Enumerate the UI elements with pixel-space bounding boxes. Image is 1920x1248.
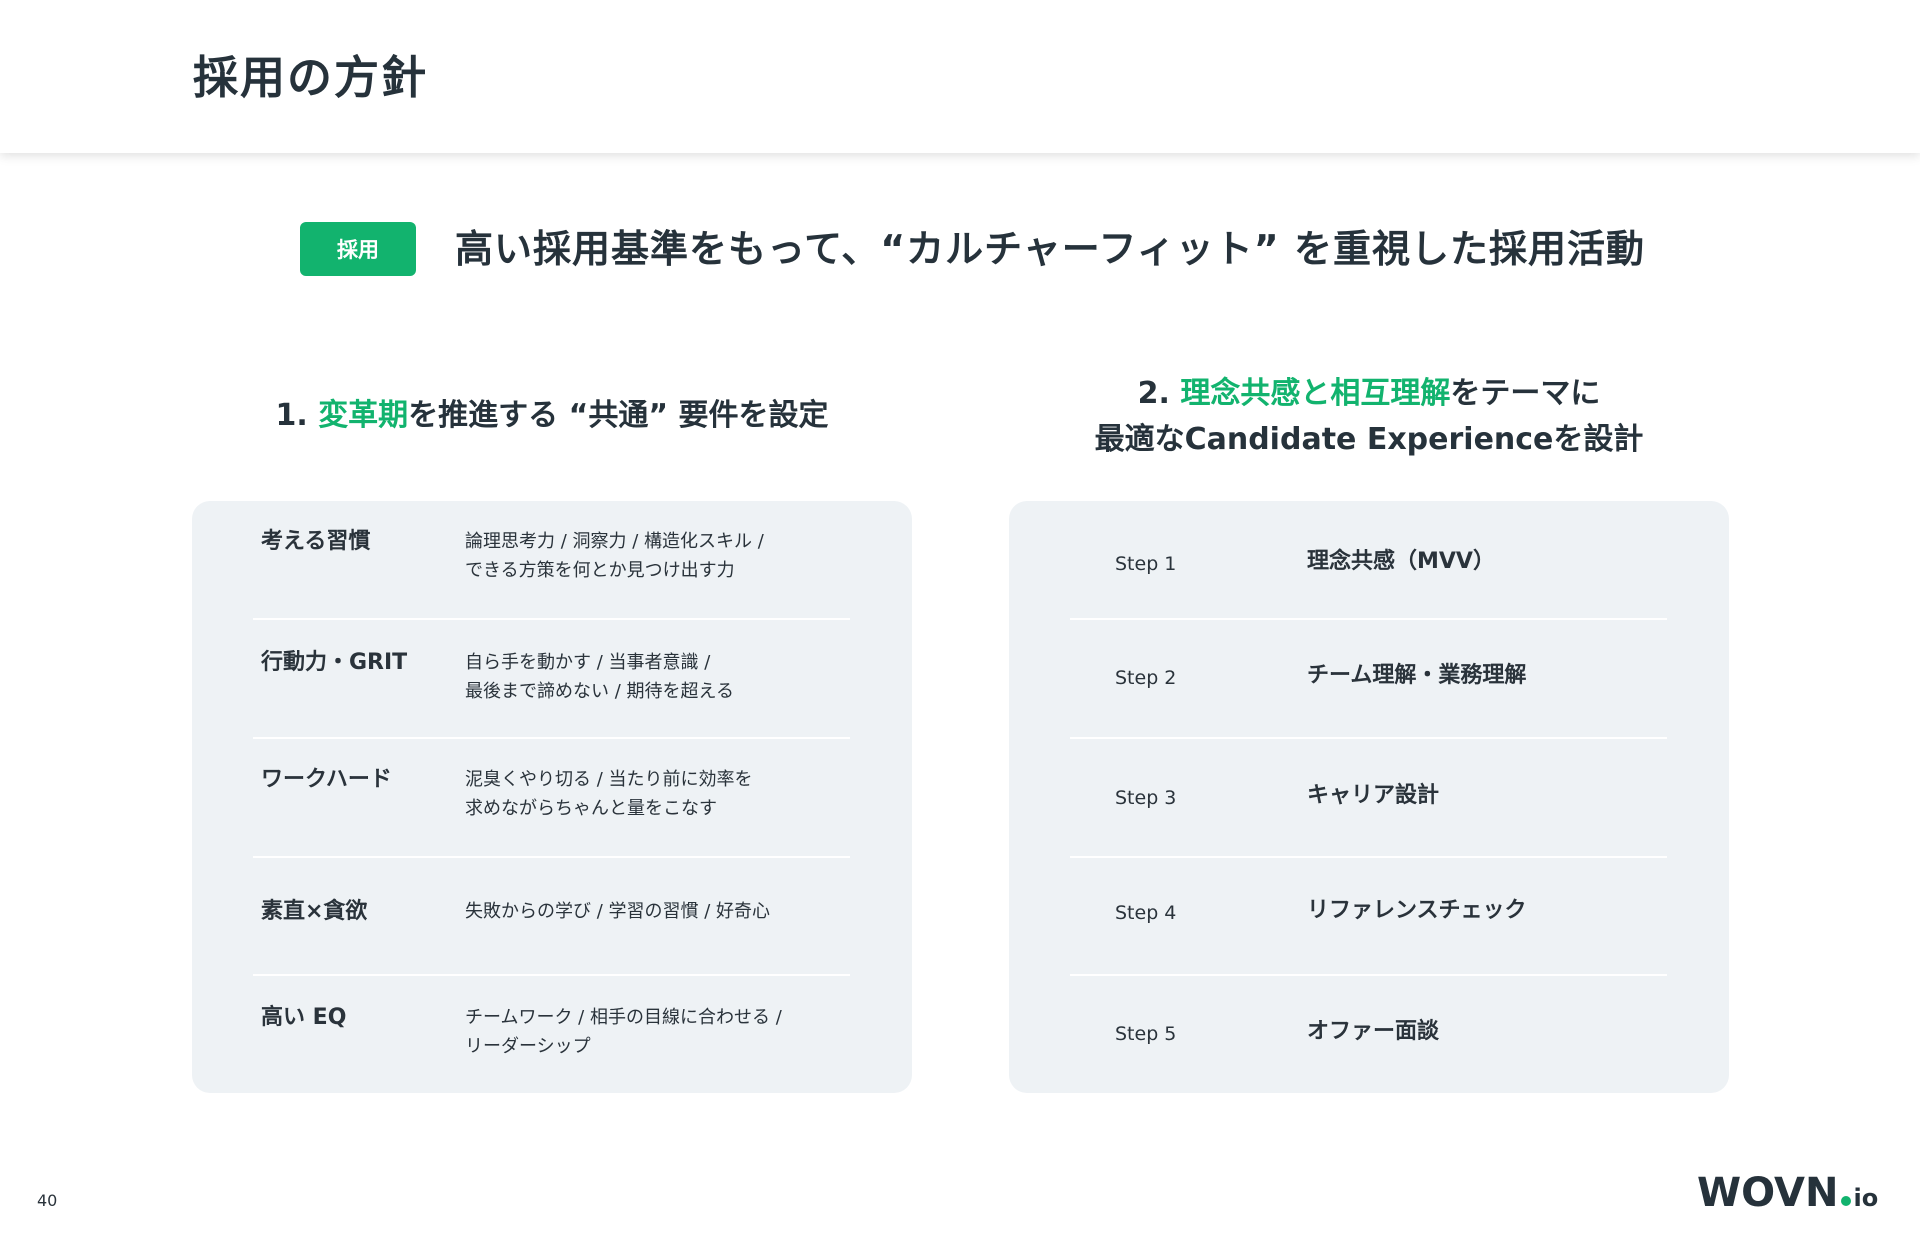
step-label: Step 5 <box>1115 1023 1177 1045</box>
logo-main-text: WOVN <box>1697 1170 1839 1216</box>
requirement-label: 行動力・GRIT <box>261 650 408 675</box>
row-divider <box>253 737 850 739</box>
row-divider <box>253 618 850 620</box>
logo-dot-icon <box>1841 1196 1852 1206</box>
requirement-label: 高い EQ <box>261 1005 347 1030</box>
requirement-desc-line1: 論理思考力 / 洞察力 / 構造化スキル / <box>465 531 764 552</box>
step-text: チーム理解・業務理解 <box>1307 663 1527 688</box>
section2-title: 2. 理念共感と相互理解をテーマに 最適なCandidate Experienc… <box>1009 371 1729 463</box>
section2-title-highlight: 理念共感と相互理解 <box>1180 376 1451 411</box>
step-text: リファレンスチェック <box>1307 898 1527 923</box>
requirement-desc-line2: 求めながらちゃんと量をこなす <box>465 798 717 819</box>
requirement-label: ワークハード <box>261 767 392 792</box>
page-number: 40 <box>37 1191 58 1210</box>
step-label: Step 1 <box>1115 553 1177 575</box>
requirement-desc-line2: リーダーシップ <box>465 1036 591 1057</box>
wovn-logo: WOVN io <box>1697 1170 1878 1218</box>
requirement-desc-line1: 自ら手を動かす / 当事者意識 / <box>465 652 711 673</box>
category-badge: 採用 <box>300 222 416 276</box>
requirement-desc-line1: 失敗からの学び / 学習の習慣 / 好奇心 <box>465 901 771 922</box>
requirement-desc-line2: 最後まで諦めない / 期待を超える <box>465 681 734 702</box>
section1-title-highlight: 変革期 <box>318 398 409 433</box>
section2-title-prefix: 2. <box>1137 376 1181 411</box>
page-title: 採用の方針 <box>193 51 429 104</box>
logo-suffix-text: io <box>1853 1184 1879 1212</box>
row-divider <box>1070 856 1667 858</box>
row-divider <box>253 856 850 858</box>
requirement-desc-line2: できる方策を何とか見つけ出す力 <box>465 560 735 581</box>
requirement-label: 考える習慣 <box>261 529 371 554</box>
step-text: 理念共感（MVV） <box>1307 549 1495 574</box>
section1-title: 1. 変革期を推進する “共通” 要件を設定 <box>192 393 912 439</box>
requirement-desc-line1: チームワーク / 相手の目線に合わせる / <box>465 1007 782 1028</box>
section2-title-line1: 2. 理念共感と相互理解をテーマに <box>1009 371 1729 417</box>
row-divider <box>1070 974 1667 976</box>
headline: 高い採用基準をもって、“カルチャーフィット” を重視した採用活動 <box>455 227 1645 271</box>
section2-title-line2: 最適なCandidate Experienceを設計 <box>1094 422 1644 457</box>
section1-title-prefix: 1. <box>275 398 319 433</box>
row-divider <box>253 974 850 976</box>
step-label: Step 3 <box>1115 787 1177 809</box>
section1-title-suffix: を推進する “共通” 要件を設定 <box>408 398 829 433</box>
requirements-card: 考える習慣 論理思考力 / 洞察力 / 構造化スキル / できる方策を何とか見つ… <box>192 501 912 1093</box>
requirement-label: 素直×貪欲 <box>261 899 368 924</box>
row-divider <box>1070 618 1667 620</box>
step-text: キャリア設計 <box>1307 783 1440 808</box>
requirement-desc-line1: 泥臭くやり切る / 当たり前に効率を <box>465 769 753 790</box>
row-divider <box>1070 737 1667 739</box>
steps-card: Step 1 理念共感（MVV） Step 2 チーム理解・業務理解 Step … <box>1009 501 1729 1093</box>
step-label: Step 4 <box>1115 902 1177 924</box>
step-label: Step 2 <box>1115 667 1177 689</box>
header-bar: 採用の方針 <box>0 0 1920 153</box>
section2-title-suffix: をテーマに <box>1450 376 1601 411</box>
step-text: オファー面談 <box>1307 1019 1440 1044</box>
